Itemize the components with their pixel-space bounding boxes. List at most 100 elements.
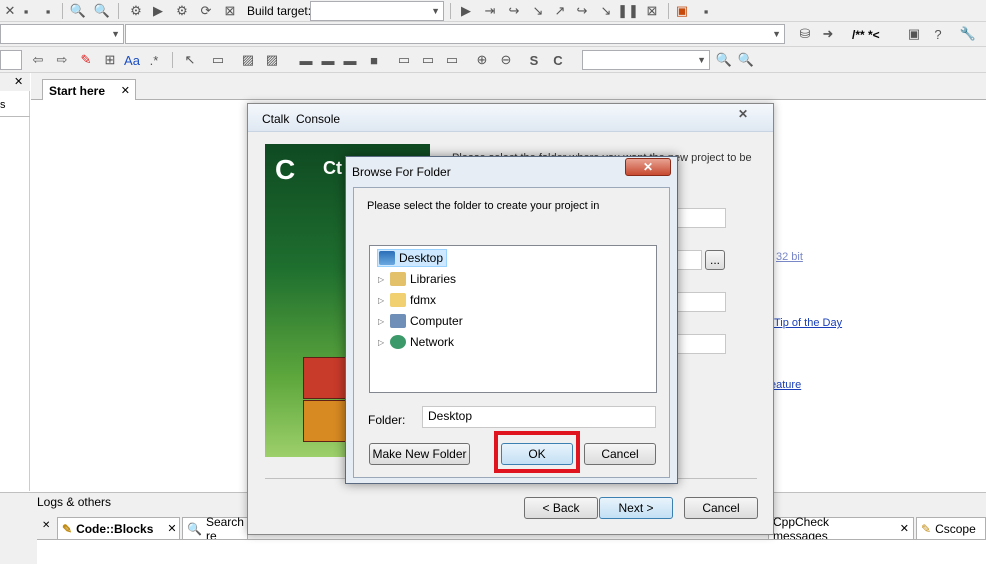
debug-run-icon[interactable]: ▶ [458,3,474,19]
shape-rect-icon[interactable]: ▭ [210,52,226,68]
frame-2-icon[interactable]: ▭ [420,52,436,68]
panel-tab-stub[interactable]: s [0,99,6,111]
project-result-field[interactable] [676,334,726,354]
back-button-label: < Back [542,501,580,515]
left-select[interactable] [0,50,22,70]
close-icon[interactable]: ✕ [14,75,23,88]
debug-windows-icon[interactable]: ▣ [674,3,690,19]
close-icon[interactable]: ✕ [2,3,18,19]
forward-icon[interactable]: ➜ [820,26,836,42]
forward-arrow-icon[interactable]: ⇨ [54,52,70,68]
expand-arrow-icon[interactable]: ▷ [378,296,386,305]
log-tab-search[interactable]: 🔍 Search re [182,515,248,543]
next-instruction-icon[interactable]: ↪ [574,3,590,19]
project-title-field[interactable] [676,208,726,228]
bookmark-icon[interactable]: ⊞ [102,52,118,68]
build-run-icon[interactable]: ⚙ [174,3,190,19]
search-next-icon[interactable]: 🔍 [738,52,754,68]
link-32-bit[interactable]: 32 bit [776,251,803,263]
expand-arrow-icon[interactable]: ▷ [378,317,386,326]
browse-close-button[interactable]: ✕ [625,158,671,176]
db-icon[interactable]: ⛁ [797,26,813,42]
run-to-cursor-icon[interactable]: ⇥ [482,3,498,19]
pointer-icon[interactable]: ↖ [182,52,198,68]
build-target-select[interactable]: ▼ [310,1,444,21]
expand-arrow-icon[interactable]: ▷ [378,338,386,347]
zoom-in-icon[interactable]: ⊕ [474,52,490,68]
tree-item-computer[interactable]: ▷ Computer [378,312,463,330]
settings-icon[interactable]: 🔧 [960,26,976,42]
step-instruction-icon[interactable]: ↘ [598,3,614,19]
search-icon[interactable]: 🔍 [716,52,732,68]
browse-folder-button[interactable]: ... [705,250,725,270]
function-select[interactable]: ▼ [125,24,785,44]
back-button[interactable]: < Back [524,497,598,519]
toolbar-separator [172,52,173,68]
folder-input[interactable]: Desktop [422,406,656,428]
image-edit-icon[interactable]: ▨ [264,52,280,68]
back-arrow-icon[interactable]: ⇦ [30,52,46,68]
tab-start-here[interactable]: Start here ✕ [42,79,136,100]
help-icon[interactable]: ? [930,26,946,42]
replace-icon[interactable]: 🔍 [94,3,110,19]
c-icon[interactable]: C [550,52,566,68]
step-out-icon[interactable]: ↗ [552,3,568,19]
pause-icon[interactable]: ❚❚ [617,3,639,19]
project-filename-field[interactable] [676,292,726,312]
ok-button[interactable]: OK [501,443,573,465]
find-icon[interactable]: 🔍 [70,3,86,19]
folder-tree[interactable]: Desktop ▷ Libraries ▷ fdmx ▷ Computer ▷ … [369,245,657,393]
panel-divider [0,116,30,117]
run-icon[interactable]: ▶ [150,3,166,19]
doxy-icon[interactable]: ▣ [906,26,922,42]
next-button[interactable]: Next > [599,497,673,519]
panel-3-icon[interactable]: ▬ [342,52,358,68]
close-icon[interactable]: ✕ [121,84,130,97]
build-icon[interactable]: ⚙ [128,3,144,19]
close-icon[interactable]: ✕ [167,522,176,535]
frame-icon[interactable]: ▭ [396,52,412,68]
highlight-icon[interactable]: ✎ [78,52,94,68]
close-icon: ✕ [737,107,749,121]
image-icon[interactable]: ▨ [240,52,256,68]
log-tab-cscope[interactable]: ✎ Cscope [916,517,986,539]
project-folder-field[interactable] [676,250,702,270]
toolbar-separator [668,3,669,19]
rebuild-icon[interactable]: ⟳ [198,3,214,19]
link-feature[interactable]: eature [770,379,801,391]
log-tab-cppcheck[interactable]: CppCheck messages ✕ [768,515,914,543]
tree-item-libraries[interactable]: ▷ Libraries [378,270,456,288]
frame-3-icon[interactable]: ▭ [444,52,460,68]
panel-2-icon[interactable]: ▬ [320,52,336,68]
scope-select[interactable]: ▼ [0,24,124,44]
abort-icon[interactable]: ⊠ [222,3,238,19]
search-select[interactable]: ▼ [582,50,710,70]
wizard-cancel-button[interactable]: Cancel [684,497,758,519]
log-tab-codeblocks[interactable]: ✎ Code::Blocks ✕ [57,517,180,539]
regex-icon[interactable]: .* [146,52,162,68]
doxygen-comment-label[interactable]: /** *< [852,28,880,42]
wizard-close-button[interactable]: ✕ [720,105,766,123]
link-tip-of-the-day[interactable]: Tip of the Day [774,317,842,329]
step-into-icon[interactable]: ↘ [530,3,546,19]
panel-icon[interactable]: ▬ [298,52,314,68]
tree-item-network[interactable]: ▷ Network [378,333,454,351]
stop-icon[interactable]: ⊠ [644,3,660,19]
close-project-icon[interactable]: ▪ [40,3,56,19]
close-icon[interactable]: ✕ [42,520,50,531]
expand-arrow-icon[interactable]: ▷ [378,275,386,284]
tree-item-desktop[interactable]: Desktop [377,249,448,267]
info-icon[interactable]: ▪ [698,3,714,19]
make-new-folder-button[interactable]: Make New Folder [369,443,470,465]
next-button-label: Next > [618,501,654,515]
zoom-out-icon[interactable]: ⊖ [498,52,514,68]
save-all-icon[interactable]: ▪ [18,3,34,19]
panel-4-icon[interactable]: ■ [366,52,382,68]
text-style-icon[interactable]: Aa [124,52,140,68]
close-icon[interactable]: ✕ [900,522,909,535]
browse-cancel-button[interactable]: Cancel [584,443,656,465]
folder-label: Folder: [368,413,406,427]
tree-item-fdmx[interactable]: ▷ fdmx [378,291,436,309]
s-icon[interactable]: S [526,52,542,68]
next-line-icon[interactable]: ↪ [506,3,522,19]
